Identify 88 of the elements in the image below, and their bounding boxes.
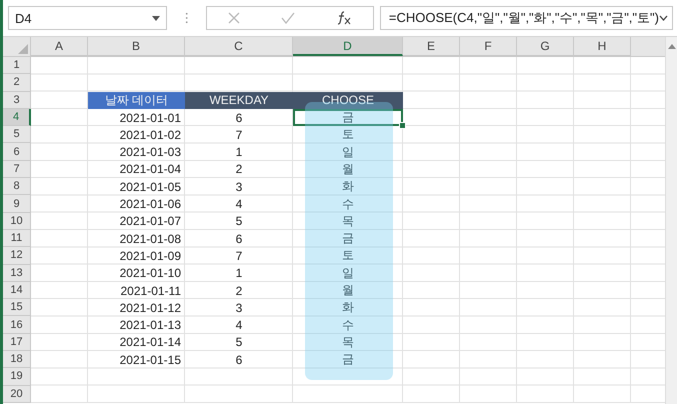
table-cell-text: 2021-01-12 [118, 300, 182, 316]
table-cell-text: 화 [341, 178, 355, 196]
table-cell-text: 2021-01-13 [118, 317, 182, 334]
row-header[interactable]: 13 [3, 264, 31, 282]
row-header[interactable]: 3 [3, 92, 31, 109]
caret-up-icon [668, 44, 676, 49]
table-cell-text: 4 [234, 317, 244, 334]
column-header[interactable]: F [460, 37, 517, 56]
row-header[interactable]: 14 [3, 282, 31, 300]
table-cell-text: 2 [234, 161, 244, 178]
table-cell-text: 2021-01-14 [118, 334, 182, 352]
table-cell-text: 수 [341, 316, 355, 334]
row-header[interactable]: 15 [3, 299, 31, 316]
row-header[interactable]: 8 [3, 178, 31, 196]
row-header[interactable]: 9 [3, 195, 31, 213]
table-cell-text: 일 [341, 144, 355, 161]
row-header[interactable]: 4 [3, 108, 31, 126]
cancel-icon[interactable] [228, 12, 240, 24]
table-cell-text: 토 [341, 126, 355, 144]
table-cell-text: 토 [341, 247, 355, 264]
row-header[interactable]: 20 [3, 386, 31, 403]
table-cell-text: 5 [234, 213, 244, 230]
table-cell-text: 금 [341, 230, 355, 248]
function-icon[interactable] [336, 11, 352, 25]
table-cell-text: 일 [341, 264, 355, 282]
table-cell-text: 2021-01-11 [120, 282, 182, 300]
row-header[interactable]: 19 [3, 368, 31, 386]
table-cell-text: 6 [234, 230, 244, 248]
row-header[interactable]: 17 [3, 334, 31, 352]
column-header[interactable]: H [574, 37, 631, 56]
drag-handle-icon [185, 11, 188, 25]
table-cell-text: 2021-01-03 [118, 144, 182, 161]
table-cell-text: 2021-01-01 [118, 110, 182, 126]
table-cell-text: 2021-01-06 [118, 196, 182, 213]
column-header[interactable]: B [88, 37, 185, 56]
table-cell-text: 2021-01-04 [118, 161, 182, 178]
row-header[interactable]: 18 [3, 351, 31, 368]
vertical-scrollbar[interactable] [665, 37, 677, 404]
table-cell-text: 6 [234, 110, 244, 126]
row-header[interactable]: 6 [3, 143, 31, 161]
table-cell-text: 3 [234, 178, 244, 196]
table-cell-text: 월 [341, 282, 355, 299]
table-cell-text: 2021-01-05 [118, 178, 182, 196]
check-icon[interactable] [281, 12, 296, 24]
table-cell-text: 화 [341, 299, 355, 316]
table-cell: 금 [293, 108, 403, 126]
table-cell-text: 5 [234, 334, 244, 352]
row-header[interactable]: 16 [3, 316, 31, 334]
table-cell-text: 1 [234, 265, 244, 282]
header-cell: 날짜 데이터 [88, 92, 185, 109]
column-header[interactable]: C [185, 37, 293, 56]
column-header[interactable]: D [293, 37, 403, 56]
row-header[interactable]: 12 [3, 247, 31, 265]
table-cell-text: 3 [234, 300, 244, 316]
table-cell-text: 목 [341, 212, 355, 230]
column-header[interactable]: G [517, 37, 574, 56]
expand-icon[interactable] [658, 15, 668, 21]
row-header[interactable]: 10 [3, 212, 31, 230]
table-cell-text: 2021-01-15 [118, 352, 182, 368]
caret-icon [152, 16, 160, 20]
row-header[interactable]: 5 [3, 126, 31, 144]
row-header[interactable]: 7 [3, 160, 31, 178]
table-cell-text: 6 [234, 352, 244, 368]
table-cell-text: 2021-01-09 [118, 248, 182, 265]
table-cell-text: 2021-01-10 [118, 265, 182, 282]
table-cell-text: 7 [234, 126, 244, 144]
table-cell-text: 월 [341, 160, 355, 178]
table-cell-text: 4 [234, 196, 244, 213]
row-header[interactable]: 11 [3, 230, 31, 248]
row-header[interactable]: 2 [3, 74, 31, 92]
table-cell-text: 금 [341, 351, 355, 368]
header-cell: WEEKDAY [185, 92, 293, 109]
table-cell-text: 1 [234, 144, 244, 161]
table-cell-text: 2021-01-07 [118, 213, 182, 230]
table-cell-text: 목 [341, 334, 355, 351]
table-cell-text: 2 [234, 282, 244, 300]
column-header[interactable]: E [403, 37, 460, 56]
cell-reference: D4 [15, 10, 32, 26]
table-cell-text: 7 [234, 248, 244, 265]
table-cell-text: 2021-01-08 [118, 230, 182, 248]
table-cell-text: 2021-01-02 [118, 126, 182, 144]
column-header[interactable]: A [31, 37, 88, 56]
row-header[interactable]: 1 [3, 57, 31, 74]
name-box[interactable]: D4 [8, 6, 167, 30]
header-cell: CHOOSE [293, 92, 403, 109]
formula-text: =CHOOSE(C4,"일","월","화","수","목","금","토") [388, 9, 659, 27]
table-cell-text: 수 [341, 196, 355, 213]
formula-bar[interactable]: =CHOOSE(C4,"일","월","화","수","목","금","토") [380, 6, 673, 30]
